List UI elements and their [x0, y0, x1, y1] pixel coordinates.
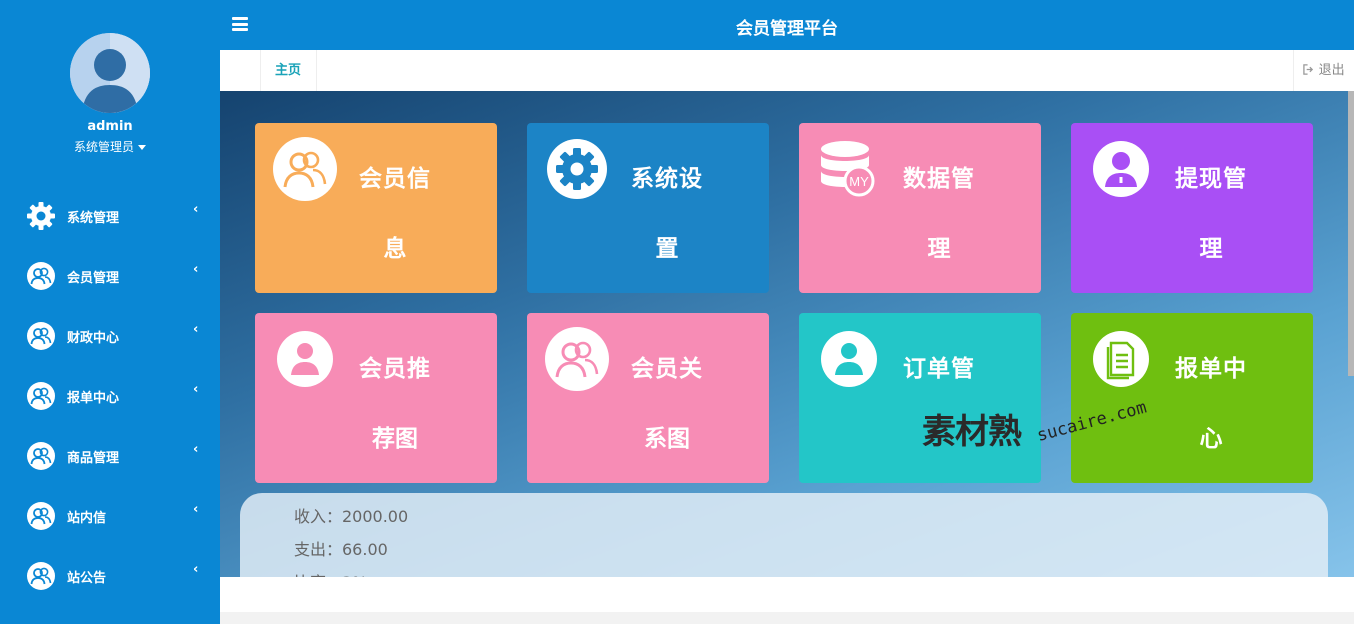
tile-title: 系统设: [631, 166, 703, 192]
sidebar-item-announcements[interactable]: 站公告 ‹: [0, 546, 220, 606]
sidebar-item-messages[interactable]: 站内信 ‹: [0, 486, 220, 546]
avatar[interactable]: [70, 33, 150, 113]
tile-title: 会员关: [631, 356, 703, 382]
database-icon: MY: [821, 141, 875, 197]
tile-title-cont: 系图: [644, 426, 690, 452]
sidebar-item-finance[interactable]: 财政中心 ‹: [0, 306, 220, 366]
users-icon: [27, 262, 55, 290]
user-role-dropdown[interactable]: 系统管理员: [0, 138, 220, 155]
user-role-label: 系统管理员: [73, 140, 134, 154]
main-dashboard: 会员信 息 系统设 置 MY 数据管 理 提现管 理 会员推 荐图 会员关 系图…: [220, 91, 1354, 577]
users-icon: [27, 562, 55, 590]
tile-title: 数据管: [903, 166, 975, 192]
svg-text:MY: MY: [849, 174, 869, 189]
user-avatar-icon: [70, 33, 150, 113]
tile-member-info[interactable]: 会员信 息: [255, 123, 497, 293]
sidebar-item-system[interactable]: 系统管理 ‹: [0, 186, 220, 246]
tile-title: 会员推: [359, 356, 431, 382]
tile-title: 会员信: [359, 166, 431, 192]
user-icon: [821, 331, 877, 387]
stat-expense: 支出：66.00: [294, 540, 388, 559]
sidebar-item-label: 报单中心: [67, 391, 120, 406]
chevron-left-icon: ‹: [193, 562, 199, 577]
users-icon: [27, 442, 55, 470]
tile-title: 提现管: [1175, 166, 1247, 192]
document-icon: [1093, 331, 1149, 387]
users-icon: [545, 327, 609, 391]
users-icon: [273, 137, 337, 201]
sidebar-item-label: 财政中心: [67, 331, 120, 346]
users-icon: [27, 322, 55, 350]
tile-title: 报单中: [1175, 356, 1247, 382]
tile-member-relations[interactable]: 会员关 系图: [527, 313, 769, 483]
tile-title-cont: 理: [1199, 236, 1223, 262]
tile-withdrawal-management[interactable]: 提现管 理: [1071, 123, 1313, 293]
tile-title: 订单管: [903, 356, 975, 382]
sidebar-item-label: 商品管理: [67, 451, 120, 466]
footer-area: [220, 577, 1354, 612]
tile-member-referral[interactable]: 会员推 荐图: [255, 313, 497, 483]
tab-bar: 主页 退出: [220, 50, 1354, 92]
top-bar: 会员管理平台: [220, 0, 1354, 50]
sidebar-item-label: 系统管理: [67, 211, 120, 226]
tile-data-management[interactable]: MY 数据管 理: [799, 123, 1041, 293]
sidebar-item-orders[interactable]: 报单中心 ‹: [0, 366, 220, 426]
sidebar-item-members[interactable]: 会员管理 ‹: [0, 246, 220, 306]
logout-button[interactable]: 退出: [1293, 50, 1354, 91]
user-icon: [277, 331, 333, 387]
sidebar-item-label: 站内信: [67, 511, 107, 526]
tile-title-cont: 息: [383, 236, 407, 262]
sidebar-item-products[interactable]: 商品管理 ‹: [0, 426, 220, 486]
tile-system-settings[interactable]: 系统设 置: [527, 123, 769, 293]
chevron-left-icon: ‹: [193, 502, 199, 517]
user-badge-icon: [1093, 141, 1149, 197]
chevron-left-icon: ‹: [193, 382, 199, 397]
tile-title-cont: 荐图: [372, 426, 418, 452]
users-icon: [27, 502, 55, 530]
tile-declaration-center[interactable]: 报单中 心: [1071, 313, 1313, 483]
tile-title-cont: 心: [1199, 426, 1223, 452]
tile-title-cont: 置: [655, 236, 679, 262]
sign-out-icon: [1303, 64, 1314, 75]
stat-ratio: 比率：3%: [294, 569, 367, 577]
page-title: 会员管理平台: [736, 19, 838, 39]
user-name: admin: [87, 119, 133, 134]
sidebar-item-label: 站公告: [67, 571, 107, 586]
chevron-left-icon: ‹: [193, 322, 199, 337]
tile-title-cont: 理: [927, 236, 951, 262]
chevron-left-icon: ‹: [193, 202, 199, 217]
gear-icon: [547, 139, 607, 199]
tab-home[interactable]: 主页: [260, 50, 317, 91]
stats-panel: 收入：2000.00 支出：66.00 比率：3%: [240, 493, 1328, 577]
tab-scroll-left[interactable]: [220, 50, 261, 91]
users-icon: [27, 382, 55, 410]
tile-order-management[interactable]: 订单管: [799, 313, 1041, 483]
chevron-left-icon: ‹: [193, 442, 199, 457]
logout-label: 退出: [1318, 63, 1345, 78]
sidebar-item-label: 会员管理: [67, 271, 120, 286]
gear-icon: [27, 202, 55, 230]
sidebar: admin 系统管理员 系统管理 ‹ 会员管理 ‹ 财政中心 ‹ 报单中心 ‹ …: [0, 0, 220, 624]
sidebar-nav: 系统管理 ‹ 会员管理 ‹ 财政中心 ‹ 报单中心 ‹ 商品管理 ‹ 站内信 ‹…: [0, 186, 220, 606]
stat-income: 收入：2000.00: [294, 507, 409, 526]
chevron-left-icon: ‹: [193, 262, 199, 277]
caret-down-icon: [138, 145, 146, 150]
